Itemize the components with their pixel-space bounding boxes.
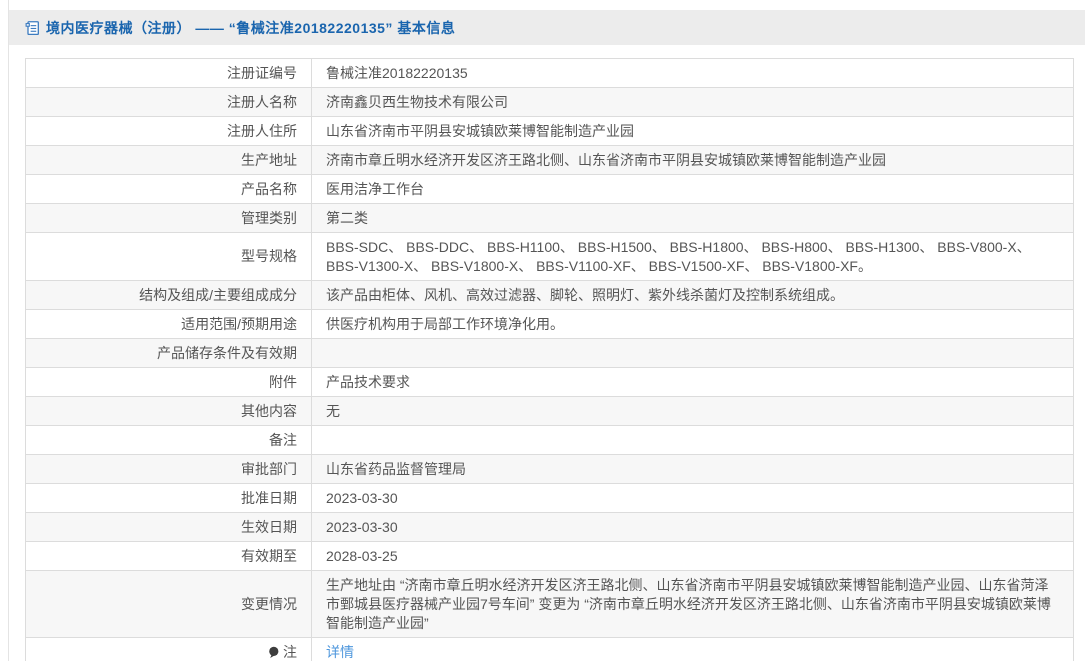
field-value: 医用洁净工作台 <box>311 174 1074 204</box>
table-row: 注册人名称 济南鑫贝西生物技术有限公司 <box>25 87 1074 117</box>
table-row: 备注 <box>25 425 1074 455</box>
field-value <box>311 425 1074 455</box>
field-label: 变更情况 <box>25 570 312 638</box>
table-row: 注册人住所 山东省济南市平阴县安城镇欧莱博智能制造产业园 <box>25 116 1074 146</box>
field-value: 山东省药品监督管理局 <box>311 454 1074 484</box>
field-value: 2023-03-30 <box>311 512 1074 542</box>
table-row: 结构及组成/主要组成成分 该产品由柜体、风机、高效过滤器、脚轮、照明灯、紫外线杀… <box>25 280 1074 310</box>
table-row: 型号规格 BBS-SDC、 BBS-DDC、 BBS-H1100、 BBS-H1… <box>25 232 1074 281</box>
table-row: 变更情况 生产地址由 “济南市章丘明水经济开发区济王路北侧、山东省济南市平阴县安… <box>25 570 1074 638</box>
registration-info-table: 注册证编号 鲁械注准20182220135 注册人名称 济南鑫贝西生物技术有限公… <box>25 58 1074 661</box>
table-row: 有效期至 2028-03-25 <box>25 541 1074 571</box>
field-label: 产品名称 <box>25 174 312 204</box>
field-label: 注册证编号 <box>25 58 312 88</box>
field-label: 结构及组成/主要组成成分 <box>25 280 312 310</box>
field-value: 山东省济南市平阴县安城镇欧莱博智能制造产业园 <box>311 116 1074 146</box>
table-row: 批准日期 2023-03-30 <box>25 483 1074 513</box>
info-table-wrap: 注册证编号 鲁械注准20182220135 注册人名称 济南鑫贝西生物技术有限公… <box>25 58 1085 661</box>
table-row: 产品名称 医用洁净工作台 <box>25 174 1074 204</box>
table-row: 适用范围/预期用途 供医疗机构用于局部工作环境净化用。 <box>25 309 1074 339</box>
field-label: 产品储存条件及有效期 <box>25 338 312 368</box>
table-row: 生效日期 2023-03-30 <box>25 512 1074 542</box>
field-value: 济南鑫贝西生物技术有限公司 <box>311 87 1074 117</box>
page-header: 境内医疗器械（注册） —— “鲁械注准20182220135” 基本信息 <box>9 10 1085 45</box>
field-value: 该产品由柜体、风机、高效过滤器、脚轮、照明灯、紫外线杀菌灯及控制系统组成。 <box>311 280 1074 310</box>
note-balloon-icon <box>269 646 279 658</box>
field-value: 济南市章丘明水经济开发区济王路北侧、山东省济南市平阴县安城镇欧莱博智能制造产业园 <box>311 145 1074 175</box>
field-label: 适用范围/预期用途 <box>25 309 312 339</box>
field-value: BBS-SDC、 BBS-DDC、 BBS-H1100、 BBS-H1500、 … <box>311 232 1074 281</box>
field-value: 第二类 <box>311 203 1074 233</box>
field-label: 审批部门 <box>25 454 312 484</box>
table-row: 审批部门 山东省药品监督管理局 <box>25 454 1074 484</box>
field-label: 型号规格 <box>25 232 312 281</box>
field-label: 附件 <box>25 367 312 397</box>
table-row: 管理类别 第二类 <box>25 203 1074 233</box>
field-label: 备注 <box>25 425 312 455</box>
table-row: 其他内容 无 <box>25 396 1074 426</box>
field-value: 详情 <box>311 637 1074 661</box>
field-value: 生产地址由 “济南市章丘明水经济开发区济王路北侧、山东省济南市平阴县安城镇欧莱博… <box>311 570 1074 638</box>
table-row: 产品储存条件及有效期 <box>25 338 1074 368</box>
table-row: 注册证编号 鲁械注准20182220135 <box>25 58 1074 88</box>
field-value: 无 <box>311 396 1074 426</box>
field-value <box>311 338 1074 368</box>
page-title: 境内医疗器械（注册） —— “鲁械注准20182220135” 基本信息 <box>46 19 456 36</box>
field-label: 生产地址 <box>25 145 312 175</box>
field-value: 2028-03-25 <box>311 541 1074 571</box>
table-row-note: 注 详情 <box>25 637 1074 661</box>
field-label: 管理类别 <box>25 203 312 233</box>
table-row: 附件 产品技术要求 <box>25 367 1074 397</box>
detail-link[interactable]: 详情 <box>326 644 354 660</box>
page-container: 境内医疗器械（注册） —— “鲁械注准20182220135” 基本信息 注册证… <box>8 0 1085 661</box>
field-label: 注册人住所 <box>25 116 312 146</box>
field-value: 产品技术要求 <box>311 367 1074 397</box>
table-row: 生产地址 济南市章丘明水经济开发区济王路北侧、山东省济南市平阴县安城镇欧莱博智能… <box>25 145 1074 175</box>
field-label: 生效日期 <box>25 512 312 542</box>
field-label: 注 <box>25 637 312 661</box>
field-value: 2023-03-30 <box>311 483 1074 513</box>
field-value: 供医疗机构用于局部工作环境净化用。 <box>311 309 1074 339</box>
field-label: 其他内容 <box>25 396 312 426</box>
field-label: 有效期至 <box>25 541 312 571</box>
document-icon <box>25 21 39 36</box>
note-label: 注 <box>283 643 297 660</box>
field-label: 注册人名称 <box>25 87 312 117</box>
field-value: 鲁械注准20182220135 <box>311 58 1074 88</box>
field-label: 批准日期 <box>25 483 312 513</box>
